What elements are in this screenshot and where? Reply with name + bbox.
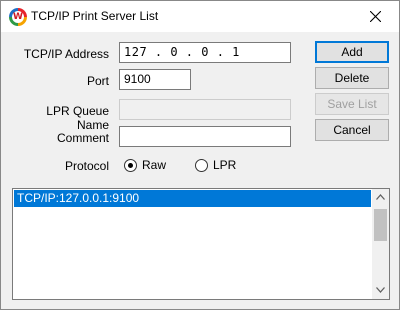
close-icon [370,11,381,22]
save-list-button: Save List [315,93,389,115]
scroll-up-button[interactable] [372,189,389,206]
chevron-up-icon [376,194,385,200]
radio-unchecked-icon [195,158,208,172]
list-item[interactable]: TCP/IP:127.0.0.1:9100 [14,190,371,207]
protocol-lpr-label: LPR [213,158,237,172]
app-logo-icon: W [9,8,27,26]
radio-checked-icon [124,158,137,172]
protocol-raw-radio[interactable]: Raw [124,158,166,172]
cancel-button[interactable]: Cancel [315,119,389,141]
delete-button[interactable]: Delete [315,67,389,89]
port-field[interactable]: 9100 [119,69,191,90]
add-button[interactable]: Add [315,41,389,63]
comment-label: Comment [56,131,109,145]
close-button[interactable] [353,1,399,32]
title-bar[interactable]: W TCP/IP Print Server List [1,1,399,32]
server-listbox[interactable]: TCP/IP:127.0.0.1:9100 [12,188,390,300]
app-logo-letter: W [12,11,24,23]
comment-field[interactable] [119,126,291,147]
print-server-dialog: W TCP/IP Print Server List TCP/IP Addres… [0,0,400,310]
port-label: Port [86,74,109,88]
chevron-down-icon [376,287,385,293]
ip-address-label: TCP/IP Address [23,47,109,61]
protocol-label: Protocol [64,159,109,173]
scroll-thumb[interactable] [374,209,387,241]
lpr-queue-label: LPR Queue Name [46,104,109,132]
window-title: TCP/IP Print Server List [31,9,159,23]
scroll-down-button[interactable] [372,282,389,299]
ip-address-field[interactable]: 127 . 0 . 0 . 1 [119,42,291,63]
protocol-lpr-radio[interactable]: LPR [195,158,236,172]
vertical-scrollbar[interactable] [372,189,389,299]
lpr-queue-field [119,99,291,120]
protocol-raw-label: Raw [142,158,167,172]
